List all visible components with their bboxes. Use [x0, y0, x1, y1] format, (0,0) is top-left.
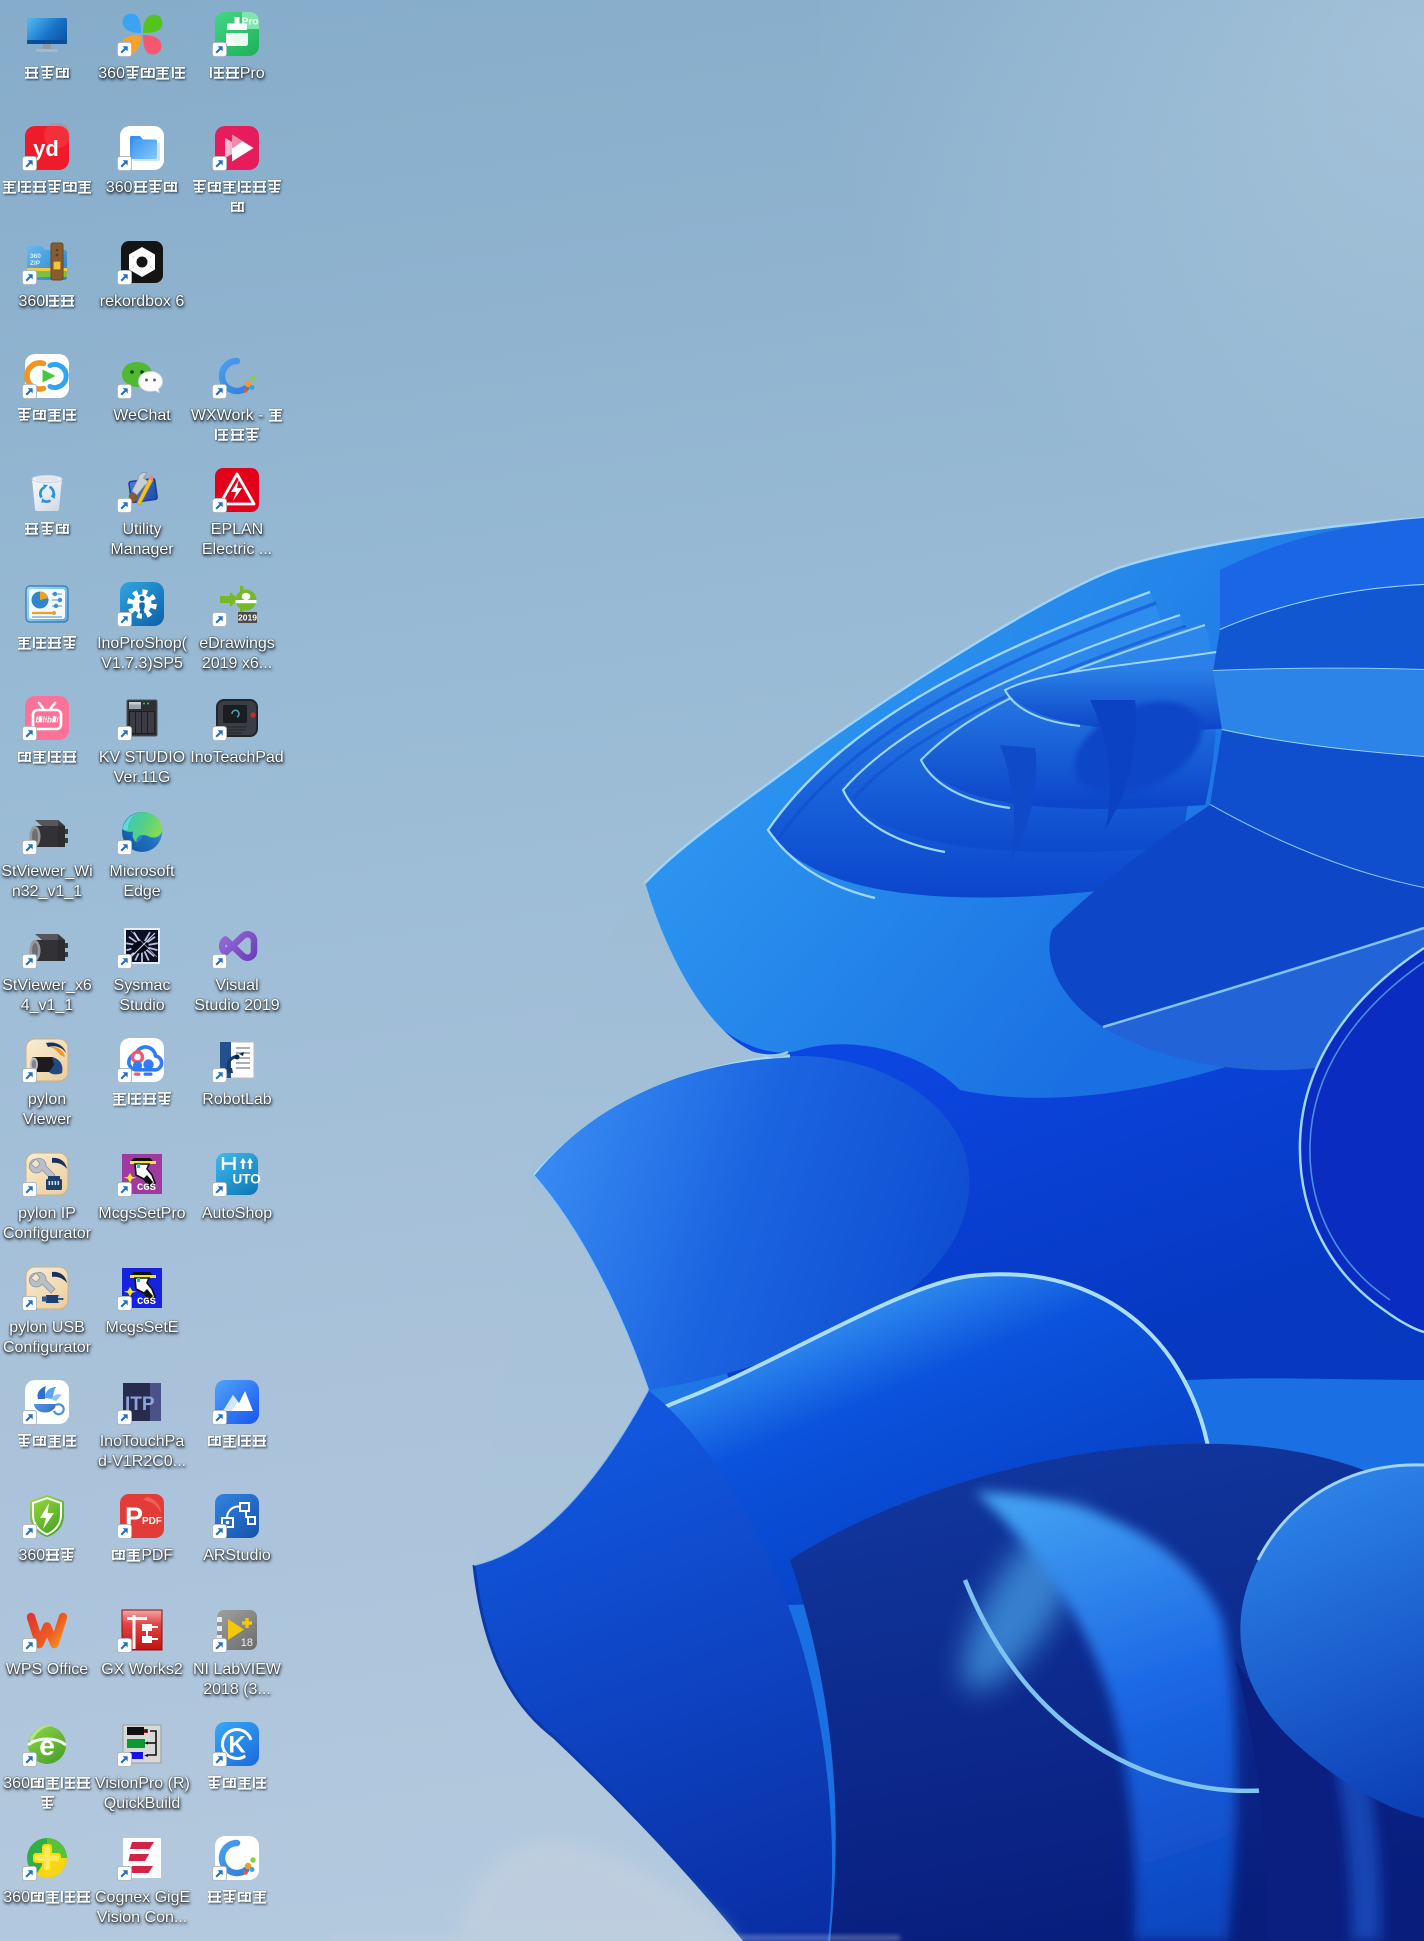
svg-text:18: 18 — [241, 1637, 253, 1649]
svg-text:UTO: UTO — [233, 1172, 261, 1187]
svg-text:yd: yd — [33, 136, 59, 161]
svg-text:PDF: PDF — [142, 1516, 162, 1527]
svg-text:360: 360 — [30, 253, 41, 260]
svg-text:e: e — [39, 1730, 55, 1761]
svg-text:CGS: CGS — [137, 1296, 156, 1308]
svg-text:bilibili: bilibili — [35, 716, 59, 725]
svg-text:CGS: CGS — [137, 1182, 156, 1194]
svg-text:ZIP: ZIP — [30, 260, 41, 267]
svg-text:2019: 2019 — [238, 613, 257, 623]
svg-text:K: K — [228, 1732, 246, 1759]
